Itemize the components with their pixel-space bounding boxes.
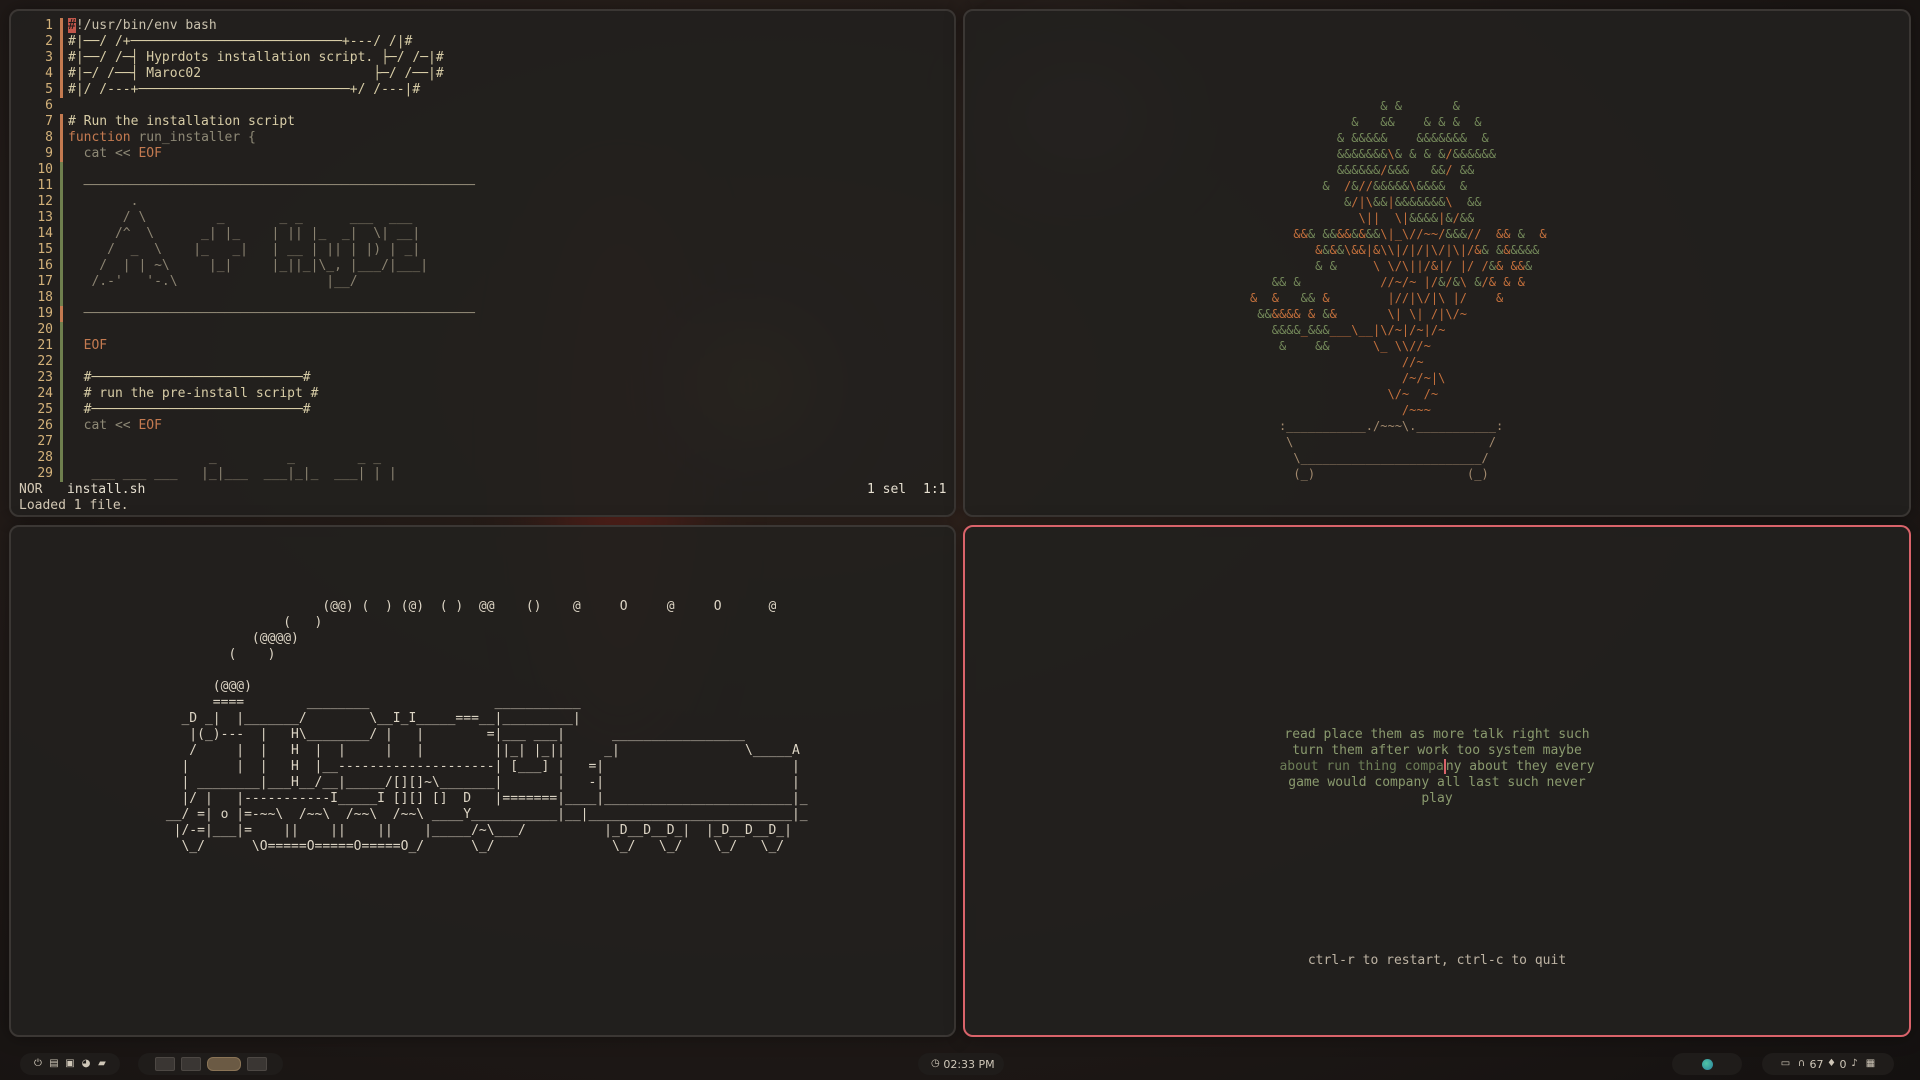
workspace-switcher (138, 1053, 283, 1075)
code-line: / | | ~\ |_| |_||_|\_, |___/|___| (68, 258, 428, 273)
taskbar: ⏻ ▤ ▣ ◕ ▰ ◷ 02:33 PM ▭ ∩ 67 ♦ 0 ♪ ▦ (0, 1050, 1920, 1080)
quick-actions: ⏻ ▤ ▣ ◕ ▰ (20, 1053, 120, 1075)
key-hint: ctrl-r to restart, ctrl-c to quit (965, 953, 1909, 968)
prompt-line: play (965, 791, 1909, 807)
monitor-icon[interactable]: ▭ (1780, 1058, 1792, 1070)
app-orb-icon (1702, 1059, 1713, 1070)
line-numbers: 1 2 3 4 5 6 7 8 9 10 11 12 13 14 15 16 1… (11, 18, 53, 482)
code-line: /^ \ _| |_ | || |_ _| \| __| (68, 226, 420, 241)
bonsai-ascii-art: & & & & && & & & & & &&&&& &&&&&&& & &&&… (1250, 98, 1547, 482)
workspace-3[interactable] (207, 1057, 241, 1071)
prompt-line: read place them as more talk right such (965, 727, 1909, 743)
code-line: ────────────────────────────────────────… (68, 178, 475, 193)
message-line: Loaded 1 file. (19, 498, 129, 513)
typing-prompt[interactable]: read place them as more talk right such t… (965, 727, 1909, 807)
code-line: / \ _ _ _ ___ ___ (68, 210, 412, 225)
code-line: EOF (68, 338, 107, 353)
power-icon[interactable]: ⏻ (32, 1058, 44, 1070)
code-line: #|──/ /+───────────────────────────+---/… (68, 34, 412, 49)
text-cursor: # (68, 18, 76, 33)
workspace-2[interactable] (181, 1057, 201, 1071)
headphones-icon[interactable]: ∩ (1796, 1058, 1808, 1070)
bonsai-window[interactable]: & & & & && & & & & & &&&&& &&&&&&& & &&&… (963, 9, 1911, 517)
code-line: # Run the installation script (68, 114, 295, 129)
diff-gutter (60, 18, 63, 482)
code-line: cat << EOF (68, 146, 162, 161)
clock-time: 02:33 PM (943, 1058, 994, 1071)
code-line: #───────────────────────────# (68, 370, 311, 385)
code-line: #|/ /---+───────────────────────────+/ /… (68, 82, 420, 97)
typing-cursor (1444, 759, 1446, 774)
code-line: ────────────────────────────────────────… (68, 306, 475, 321)
code-line: #|─/ /──┤ Maroc02 ├─/ /──|# (68, 66, 444, 81)
code-line: cat << EOF (68, 418, 162, 433)
screenshot-icon[interactable]: ▣ (64, 1058, 76, 1070)
lock-icon[interactable]: ▰ (96, 1058, 108, 1070)
code-line: # run the pre-install script # (68, 386, 318, 401)
prompt-line: turn them after work too system maybe (965, 743, 1909, 759)
typing-test-window[interactable]: read place them as more talk right such t… (963, 525, 1911, 1037)
code-line: #|──/ /─┤ Hyprdots installation script. … (68, 50, 444, 65)
code-line: / _ \ |_ _| | __ | || | |) | _| (68, 242, 420, 257)
selection-count: 1 sel (867, 482, 906, 497)
code-line: _ _ _ _ (68, 450, 381, 465)
prompt-line: game would company all last such never (965, 775, 1909, 791)
mode-indicator: NOR (19, 482, 42, 497)
bell-icon[interactable]: ♪ (1849, 1058, 1861, 1070)
palette-icon[interactable]: ◕ (80, 1058, 92, 1070)
tray-app[interactable] (1672, 1053, 1742, 1075)
workspace-1[interactable] (155, 1057, 175, 1071)
files-icon[interactable]: ▤ (48, 1058, 60, 1070)
microphone-icon[interactable]: ♦ (1826, 1058, 1838, 1070)
clock-icon: ◷ (929, 1058, 941, 1070)
code-line: #!/usr/bin/env bash (68, 18, 217, 33)
system-tray: ▭ ∩ 67 ♦ 0 ♪ ▦ (1762, 1053, 1894, 1075)
train-window[interactable]: (@@) ( ) (@) ( ) @@ () @ O @ O @ ( ) (@@… (9, 525, 956, 1037)
code-line: ___ ___ ___ |_|___ ___|_|_ ___| | | (68, 466, 397, 481)
train-ascii-art: (@@) ( ) (@) ( ) @@ () @ O @ O @ ( ) (@@… (158, 599, 808, 855)
code-content[interactable]: #!/usr/bin/env bash #|──/ /+────────────… (68, 18, 475, 482)
code-line: . (68, 194, 138, 209)
file-name: install.sh (67, 482, 145, 497)
battery-value: 67 (1810, 1058, 1824, 1071)
code-line: function run_installer { (68, 130, 256, 145)
prompt-line: about run thing compa ny about they every (965, 759, 1909, 775)
typed-text: about run thing compa (1279, 759, 1443, 774)
keyboard-icon[interactable]: ▦ (1865, 1058, 1877, 1070)
workspace-4[interactable] (247, 1057, 267, 1071)
editor-window[interactable]: 1 2 3 4 5 6 7 8 9 10 11 12 13 14 15 16 1… (9, 9, 956, 517)
code-line: #───────────────────────────# (68, 402, 311, 417)
code-line: /.-' '-.\ |__/ (68, 274, 358, 289)
cursor-position: 1:1 (923, 482, 946, 497)
status-line: NOR install.sh 1 sel 1:1 (11, 482, 951, 498)
notification-count: 0 (1840, 1058, 1847, 1071)
clock-widget[interactable]: ◷ 02:33 PM (918, 1053, 1004, 1075)
